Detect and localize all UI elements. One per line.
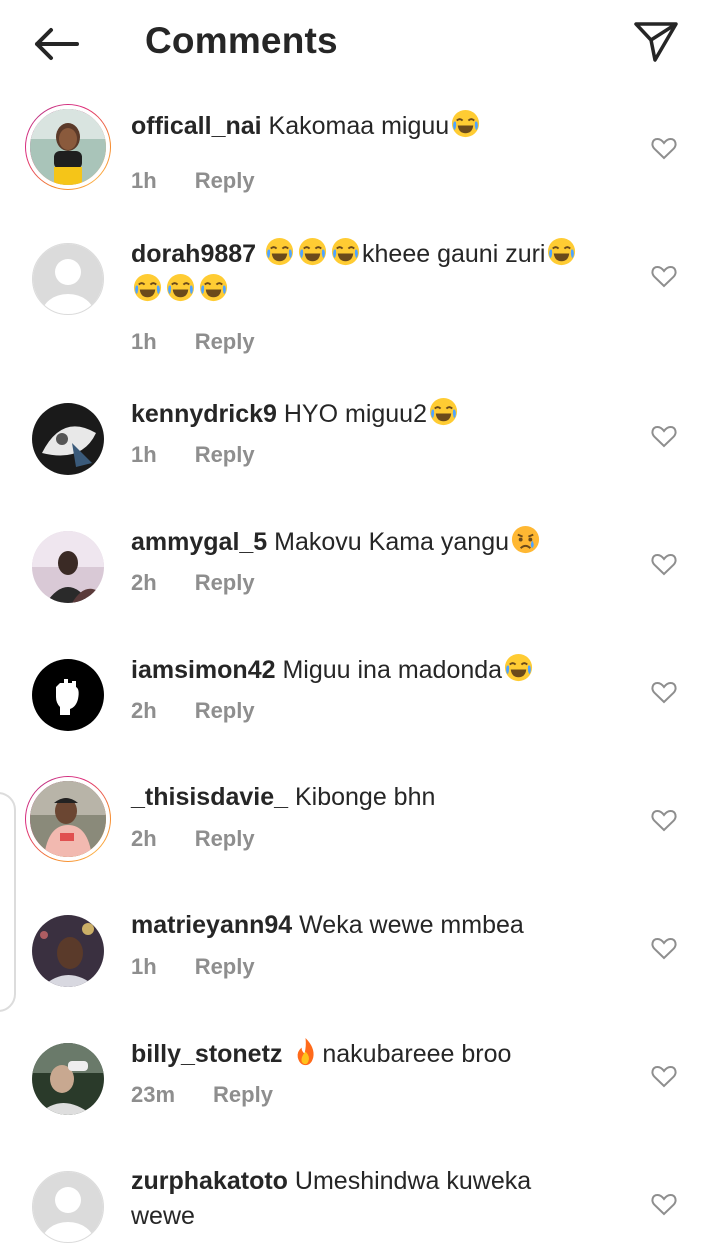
heart-icon[interactable] (650, 806, 678, 834)
comment-meta: 2h Reply (131, 570, 255, 596)
comment-time: 1h (131, 168, 157, 193)
comment-text: billy_stonetz nakubareee broo (131, 1036, 621, 1072)
reply-button[interactable]: Reply (213, 1082, 273, 1107)
laughing-emoji-icon (428, 396, 459, 427)
comment-username[interactable]: matrieyann94 (131, 911, 292, 939)
avatar-wrap[interactable] (25, 908, 111, 994)
comment-meta: 1h Reply (131, 442, 255, 468)
laughing-emoji-icon (198, 272, 229, 303)
comment-username[interactable]: billy_stonetz (131, 1040, 282, 1068)
comment-username[interactable]: ammygal_5 (131, 528, 267, 556)
heart-icon[interactable] (650, 134, 678, 162)
sad-tear-emoji-icon (510, 524, 541, 555)
reply-button[interactable]: Reply (195, 570, 255, 595)
comment-time: 1h (131, 329, 157, 354)
avatar-wrap[interactable] (25, 1164, 111, 1250)
laughing-emoji-icon (330, 236, 361, 267)
reply-button[interactable]: Reply (195, 168, 255, 193)
comment-meta: 23m Reply (131, 1082, 273, 1108)
avatar-wrap[interactable] (25, 652, 111, 738)
comment-time: 1h (131, 954, 157, 979)
comment-text: kennydrick9 HYO miguu2 (131, 396, 621, 432)
heart-icon[interactable] (650, 422, 678, 450)
comment-body: kheee gauni zuri (362, 240, 546, 268)
reply-button[interactable]: Reply (195, 826, 255, 851)
reply-button[interactable]: Reply (195, 329, 255, 354)
laughing-emoji-icon (264, 236, 295, 267)
comment-body: Makovu Kama yangu (274, 528, 510, 556)
comment-text: dorah9887 kheee gauni zuri (131, 236, 621, 308)
comment-username[interactable]: iamsimon42 (131, 656, 276, 684)
avatar-wrap[interactable] (25, 524, 111, 610)
comment-time: 1h (131, 442, 157, 467)
comment-meta: 1h Reply (131, 954, 255, 980)
comment-body-line2: wewe (131, 1202, 195, 1230)
comment-text: _thisisdavie_ Kibonge bhn (131, 780, 621, 815)
comment-meta: 2h Reply (131, 826, 255, 852)
avatar-story-ring[interactable] (25, 104, 111, 190)
comment-text: iamsimon42 Miguu ina madonda (131, 652, 621, 688)
laughing-emoji-icon (546, 236, 577, 267)
side-panel-handle[interactable] (0, 792, 16, 1012)
laughing-emoji-icon (132, 272, 163, 303)
avatar-wrap[interactable] (25, 1036, 111, 1122)
comment-username[interactable]: officall_nai (131, 112, 262, 140)
comment-username[interactable]: zurphakatoto (131, 1167, 288, 1195)
comment-body: nakubareee broo (322, 1040, 512, 1068)
avatar (26, 777, 110, 861)
comment-username[interactable]: kennydrick9 (131, 400, 277, 428)
heart-icon[interactable] (650, 934, 678, 962)
avatar (26, 105, 110, 189)
header-bar: Comments (0, 0, 720, 90)
comment-meta: 2h Reply (131, 698, 255, 724)
comment-time: 2h (131, 826, 157, 851)
arrow-left-icon (35, 28, 79, 60)
avatar (32, 403, 104, 475)
comment-body: Kakomaa miguu (268, 112, 450, 140)
reply-button[interactable]: Reply (195, 698, 255, 723)
comment-text: matrieyann94 Weka wewe mmbea (131, 908, 621, 943)
avatar-placeholder (32, 1171, 104, 1243)
comment-text: zurphakatoto Umeshindwa kuweka wewe (131, 1164, 621, 1234)
comment-time: 2h (131, 698, 157, 723)
comment-body: HYO miguu2 (283, 400, 427, 428)
avatar (32, 1043, 104, 1115)
heart-icon[interactable] (650, 262, 678, 290)
heart-icon[interactable] (650, 550, 678, 578)
avatar-wrap[interactable] (25, 396, 111, 482)
laughing-emoji-icon (503, 652, 534, 683)
comment-time: 23m (131, 1082, 176, 1107)
comment-body: Weka wewe mmbea (299, 911, 524, 939)
reply-button[interactable]: Reply (195, 954, 255, 979)
comment-text: ammygal_5 Makovu Kama yangu (131, 524, 621, 560)
fire-emoji-icon (290, 1036, 321, 1067)
comment-body: Kibonge bhn (294, 783, 436, 811)
laughing-emoji-icon (450, 108, 481, 139)
send-icon (634, 22, 678, 62)
comment-text: officall_nai Kakomaa miguu (131, 108, 621, 144)
heart-icon[interactable] (650, 1062, 678, 1090)
comment-meta: 1h Reply (131, 168, 255, 194)
comment-username[interactable]: dorah9887 (131, 240, 256, 268)
heart-icon[interactable] (650, 678, 678, 706)
avatar-wrap[interactable] (25, 236, 111, 322)
avatar-story-ring[interactable] (25, 776, 111, 862)
reply-button[interactable]: Reply (195, 442, 255, 467)
avatar (32, 659, 104, 731)
comment-meta: 1h Reply (131, 329, 255, 355)
heart-icon[interactable] (650, 1190, 678, 1218)
send-button[interactable] (630, 18, 682, 66)
avatar-placeholder (32, 243, 104, 315)
avatar (32, 531, 104, 603)
comment-body: Miguu ina madonda (282, 656, 503, 684)
comment-time: 2h (131, 570, 157, 595)
avatar (32, 915, 104, 987)
comment-username[interactable]: _thisisdavie_ (131, 783, 288, 811)
laughing-emoji-icon (297, 236, 328, 267)
page-title: Comments (145, 20, 338, 61)
back-button[interactable] (30, 22, 82, 66)
laughing-emoji-icon (165, 272, 196, 303)
comment-body: Umeshindwa kuweka (294, 1167, 532, 1195)
